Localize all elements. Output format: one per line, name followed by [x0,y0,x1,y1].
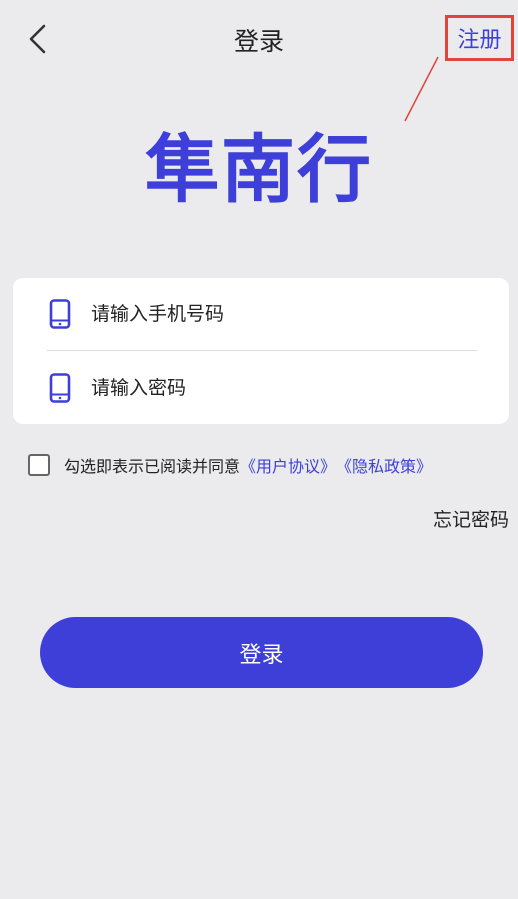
agreement-row: 勾选即表示已阅读并同意 《用户协议》 《隐私政策》 [28,452,432,478]
phone-icon [49,373,71,403]
phone-icon [49,299,71,329]
password-input[interactable] [91,377,451,399]
privacy-policy-link[interactable]: 《隐私政策》 [336,453,432,477]
page-title: 登录 [233,27,284,56]
app-logo: 隼南行 [145,127,373,213]
password-field-row [13,352,509,424]
phone-field-row [13,278,509,350]
login-form-card [13,278,509,424]
phone-number-input[interactable] [91,303,451,325]
field-divider [47,350,477,351]
user-agreement-link[interactable]: 《用户协议》 [240,453,336,477]
login-button[interactable]: 登录 [40,617,483,688]
forgot-password-link[interactable]: 忘记密码 [433,505,509,532]
agreement-text: 勾选即表示已阅读并同意 [64,457,241,476]
register-button[interactable]: 注册 [445,15,514,61]
agreement-checkbox[interactable] [28,454,50,476]
